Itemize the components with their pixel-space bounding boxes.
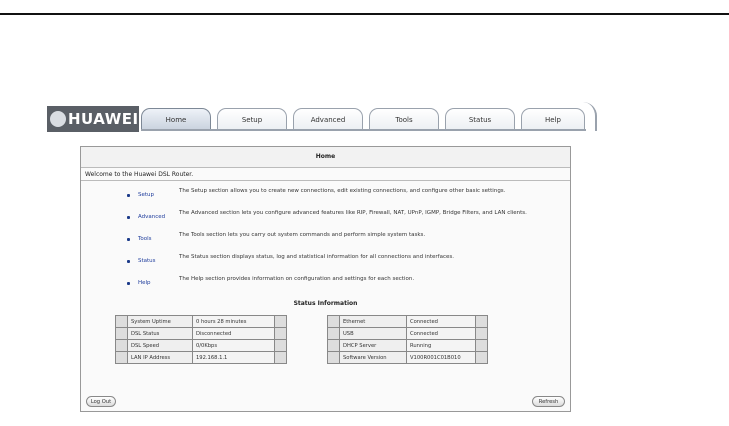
- table-row: Software Version V100R001C01B010: [327, 351, 488, 364]
- help-link[interactable]: Help: [138, 280, 151, 286]
- section-item-status: Status The Status section displays statu…: [117, 253, 537, 275]
- table-row: USB Connected: [327, 327, 488, 340]
- home-panel: Home Welcome to the Huawei DSL Router. S…: [80, 146, 571, 412]
- brand-name: HUAWEI: [68, 110, 139, 128]
- bullet-icon: [127, 194, 130, 197]
- top-divider: [0, 13, 729, 15]
- tab-tools[interactable]: Tools: [369, 108, 439, 130]
- huawei-logo-icon: [50, 111, 66, 127]
- divider: [81, 180, 570, 181]
- system-uptime-label: System Uptime: [127, 315, 193, 328]
- dsl-status-label: DSL Status: [127, 327, 193, 340]
- table-row: DSL Status Disconnected: [115, 327, 287, 340]
- lan-ip-label: LAN IP Address: [127, 351, 193, 364]
- tab-home[interactable]: Home: [141, 108, 211, 130]
- setup-link[interactable]: Setup: [138, 192, 154, 198]
- dsl-status-value: Disconnected: [192, 327, 275, 340]
- bullet-icon: [127, 216, 130, 219]
- dsl-speed-label: DSL Speed: [127, 339, 193, 352]
- section-item-tools: Tools The Tools section lets you carry o…: [117, 231, 537, 253]
- section-item-advanced: Advanced The Advanced section lets you c…: [117, 209, 537, 231]
- nav-underline: [141, 129, 586, 131]
- huawei-logo: HUAWEI: [47, 106, 139, 132]
- status-table-left: System Uptime 0 hours 28 minutes DSL Stat…: [115, 315, 287, 364]
- dhcp-server-label: DHCP Server: [339, 339, 407, 352]
- header-bar: HUAWEI Home Setup Advanced Tools Status …: [47, 102, 597, 132]
- advanced-link[interactable]: Advanced: [138, 214, 165, 220]
- bullet-icon: [127, 282, 130, 285]
- main-nav: Home Setup Advanced Tools Status Help: [141, 108, 593, 130]
- tab-advanced[interactable]: Advanced: [293, 108, 363, 130]
- usb-label: USB: [339, 327, 407, 340]
- status-description: The Status section displays status, log …: [179, 254, 455, 260]
- log-out-button[interactable]: Log Out: [86, 396, 116, 407]
- tab-setup[interactable]: Setup: [217, 108, 287, 130]
- status-table-right: Ethernet Connected USB Connected DHCP Serv…: [327, 315, 488, 364]
- table-row: LAN IP Address 192.168.1.1: [115, 351, 287, 364]
- system-uptime-value: 0 hours 28 minutes: [192, 315, 275, 328]
- table-row: DSL Speed 0/0Kbps: [115, 339, 287, 352]
- tab-help[interactable]: Help: [521, 108, 585, 130]
- status-information-title: Status Information: [293, 300, 358, 307]
- status-link[interactable]: Status: [138, 258, 156, 264]
- section-item-help: Help The Help section provides informati…: [117, 275, 537, 297]
- software-version-label: Software Version: [339, 351, 407, 364]
- table-row: System Uptime 0 hours 28 minutes: [115, 315, 287, 328]
- tools-description: The Tools section lets you carry out sys…: [179, 232, 426, 238]
- section-item-setup: Setup The Setup section allows you to cr…: [117, 187, 537, 209]
- tools-link[interactable]: Tools: [138, 236, 152, 242]
- refresh-button[interactable]: Refresh: [532, 396, 565, 407]
- page-title: Home: [81, 147, 570, 168]
- usb-value: Connected: [406, 327, 476, 340]
- dsl-speed-value: 0/0Kbps: [192, 339, 275, 352]
- lan-ip-value: 192.168.1.1: [192, 351, 275, 364]
- advanced-description: The Advanced section lets you configure …: [179, 210, 527, 216]
- dhcp-server-value: Running: [406, 339, 476, 352]
- ethernet-label: Ethernet: [339, 315, 407, 328]
- nav-swoosh: [581, 102, 597, 131]
- bullet-icon: [127, 260, 130, 263]
- tab-status[interactable]: Status: [445, 108, 515, 130]
- table-row: DHCP Server Running: [327, 339, 488, 352]
- welcome-text: Welcome to the Huawei DSL Router.: [85, 171, 194, 178]
- software-version-value: V100R001C01B010: [406, 351, 476, 364]
- bullet-icon: [127, 238, 130, 241]
- ethernet-value: Connected: [406, 315, 476, 328]
- setup-description: The Setup section allows you to create n…: [179, 188, 506, 194]
- table-row: Ethernet Connected: [327, 315, 488, 328]
- help-description: The Help section provides information on…: [179, 276, 415, 282]
